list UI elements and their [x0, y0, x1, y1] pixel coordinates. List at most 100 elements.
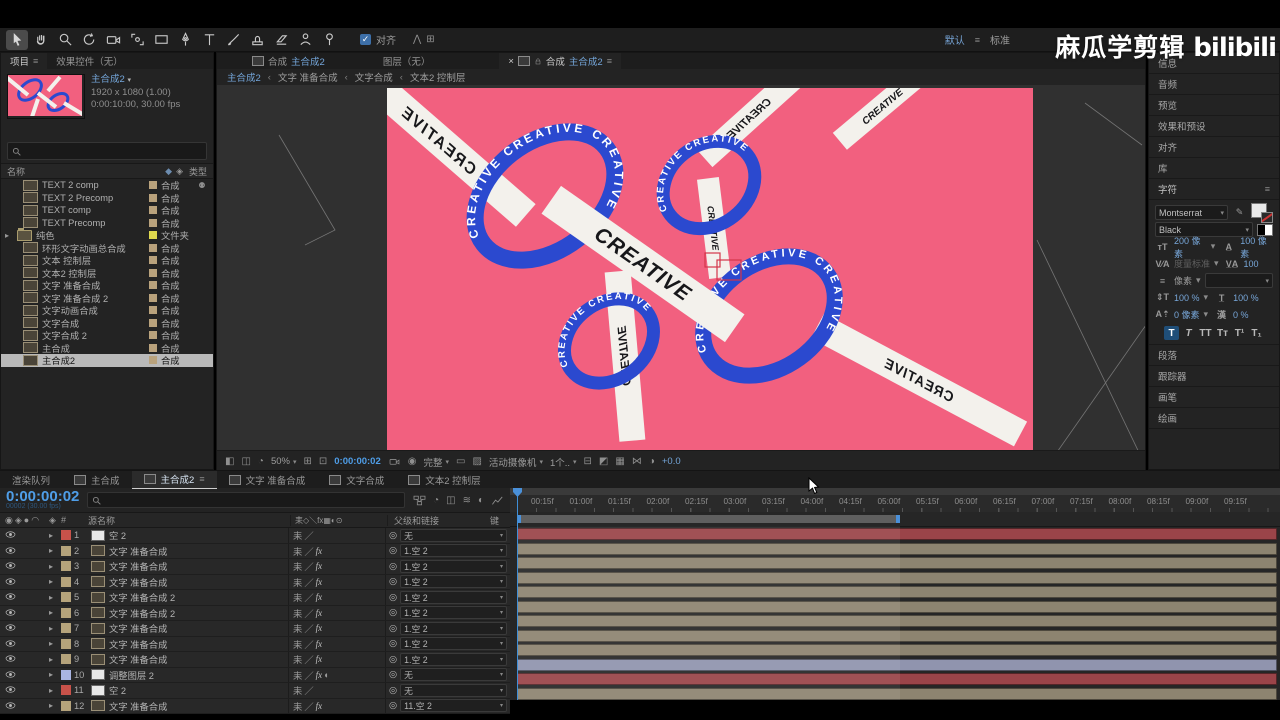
project-item[interactable]: TEXT 2 comp 合成 ⚉ — [1, 179, 213, 192]
fx-switch-icon[interactable]: fx — [316, 701, 323, 711]
layer-duration-bar[interactable] — [517, 615, 1277, 627]
parent-column[interactable]: 父级和链接 — [388, 514, 490, 527]
label-color-chip[interactable] — [61, 561, 71, 572]
tool-pen[interactable] — [174, 30, 196, 50]
playhead-line[interactable] — [517, 488, 518, 700]
parent-dropdown[interactable]: 11.空 2 ▾ — [400, 699, 507, 713]
sort-icon[interactable]: ◆ — [165, 166, 172, 177]
collapse-switch-icon[interactable]: 耒 — [293, 606, 302, 620]
parent-dropdown[interactable]: 无 ▾ — [400, 683, 507, 697]
baseline-shift-value[interactable]: 0 像素 — [1174, 308, 1200, 321]
snap-checkbox[interactable]: ✓ — [360, 34, 371, 45]
font-size-value[interactable]: 200 像素 — [1174, 234, 1207, 260]
expand-arrow-icon[interactable]: ▸ — [49, 670, 61, 679]
layer-duration-bar[interactable] — [517, 542, 1277, 555]
workspace-menu-icon[interactable]: ≡ — [975, 35, 980, 45]
adjustment-switch-icon[interactable]: ◐ — [324, 670, 330, 680]
time-ruler[interactable]: 00:15f 01:00f 01:15f 02:00f 02:15f 03:00f 03:1… — [510, 495, 1280, 513]
pickwhip-icon[interactable]: ◎ — [389, 638, 397, 649]
parent-dropdown[interactable]: 1.空 2 ▾ — [400, 590, 507, 604]
panel-character-header[interactable]: 字符 ≡ — [1149, 179, 1279, 200]
timeline-tab-文本2 控制层[interactable]: 文本2 控制层 — [396, 471, 492, 488]
grid-guides-icon[interactable]: ⊞ — [303, 456, 311, 467]
parent-dropdown[interactable]: 无 ▾ — [400, 668, 507, 682]
label-color-chip[interactable] — [61, 576, 71, 587]
layer-switches[interactable]: 耒／ fx — [288, 543, 386, 558]
roi-icon[interactable]: ▭ — [456, 456, 465, 467]
parent-dropdown[interactable]: 1.空 2 ▾ — [400, 559, 507, 573]
tool-hand[interactable] — [30, 30, 52, 50]
quality-switch-icon[interactable]: ／ — [304, 559, 313, 573]
always-preview-icon[interactable]: ◧ — [225, 456, 234, 467]
pickwhip-icon[interactable]: ◎ — [389, 623, 397, 634]
layer-row[interactable]: ▸ 2 文字 准备合成耒／ fx ◎ 1.空 2 ▾ — [0, 543, 510, 559]
parent-dropdown[interactable]: 1.空 2 ▾ — [400, 637, 507, 651]
layer-duration-bar[interactable] — [517, 600, 1277, 613]
viewer-timecode[interactable]: 0:00:00:02 — [334, 456, 380, 467]
expand-arrow-icon[interactable]: ▸ — [49, 701, 61, 710]
pixel-aspect-icon[interactable]: ⊟ — [584, 456, 592, 467]
layer-duration-bar[interactable] — [517, 644, 1277, 656]
tab-comp-active[interactable]: × 合成 主合成2 ≡ — [499, 53, 621, 69]
shy-layers-icon[interactable]: ◫ — [446, 495, 455, 506]
layer-duration-bar[interactable] — [517, 687, 1277, 700]
parent-dropdown[interactable]: 1.空 2 ▾ — [400, 575, 507, 589]
tool-brush[interactable] — [222, 30, 244, 50]
tool-puppet-pin[interactable] — [318, 30, 340, 50]
horizontal-scale-value[interactable]: 100 % — [1233, 293, 1259, 303]
label-color-chip[interactable] — [61, 607, 71, 618]
dropdown-icon[interactable]: ▾ — [1211, 241, 1216, 252]
fx-switch-icon[interactable]: fx — [316, 561, 323, 571]
frame-blend-icon[interactable]: ≋ — [463, 495, 471, 506]
collapse-switch-icon[interactable]: 耒 — [293, 590, 302, 604]
workspace-mode[interactable]: 标准 — [990, 32, 1010, 47]
panel-tab-画笔[interactable]: 画笔 — [1149, 387, 1279, 408]
layer-switches[interactable]: 耒／ fx — [288, 605, 386, 620]
resolution-dropdown[interactable]: 完整 ▾ — [423, 455, 449, 469]
camera-dropdown[interactable]: 活动摄像机 ▾ — [489, 455, 543, 469]
tool-type[interactable] — [198, 30, 220, 50]
project-item[interactable]: 主合成2 合成 — [1, 354, 213, 367]
parent-dropdown[interactable]: 1.空 2 ▾ — [400, 606, 507, 620]
timeline-tab-渲染队列[interactable]: 渲染队列 — [0, 471, 62, 488]
leading-value[interactable]: 100 像素 — [1240, 234, 1273, 260]
workspace-selector[interactable]: 默认 — [945, 32, 965, 47]
vertical-scale-value[interactable]: 100 % — [1174, 293, 1200, 303]
layer-switches[interactable]: 耒／ — [288, 528, 386, 543]
layer-switches[interactable]: 耒／ fx — [288, 590, 386, 605]
tool-roto-brush[interactable] — [294, 30, 316, 50]
fx-switch-icon[interactable]: fx — [316, 608, 323, 618]
layer-visibility-toggle[interactable] — [0, 670, 49, 680]
layer-switches[interactable]: 耒／ fx — [288, 574, 386, 589]
tool-zoom[interactable] — [54, 30, 76, 50]
expand-arrow-icon[interactable]: ▸ — [49, 639, 61, 648]
column-type[interactable]: 类型 — [189, 165, 207, 178]
view-layout-dropdown[interactable]: 1个.. ▾ — [550, 455, 577, 469]
parent-dropdown[interactable]: 1.空 2 ▾ — [400, 652, 507, 666]
label-color-chip[interactable] — [61, 669, 71, 680]
layer-name[interactable]: 文字 准备合成 2 — [109, 590, 288, 604]
project-item[interactable]: 文字 准备合成 合成 — [1, 279, 213, 292]
project-item[interactable]: ▸ 纯色 文件夹 — [1, 227, 213, 242]
work-area-bar[interactable] — [517, 515, 900, 523]
pickwhip-icon[interactable]: ◎ — [389, 545, 397, 556]
breadcrumb-item[interactable]: 文字 准备合成 — [278, 70, 338, 84]
project-item[interactable]: 文字动画合成 合成 — [1, 304, 213, 317]
breadcrumb-item[interactable]: 主合成2 — [227, 70, 261, 84]
layer-duration-bar[interactable] — [517, 528, 1277, 540]
layer-duration-bar[interactable] — [517, 658, 1277, 671]
layer-duration-bar[interactable] — [517, 571, 1277, 584]
layer-name[interactable]: 文字 准备合成 — [109, 699, 288, 713]
share-view-icon[interactable]: ◔ — [258, 456, 264, 467]
comp-name[interactable]: 主合成2 — [91, 74, 125, 85]
label-color-chip[interactable] — [61, 654, 71, 665]
fast-preview-icon[interactable]: ◩ — [599, 456, 608, 467]
label-color-chip[interactable] — [61, 623, 71, 634]
tool-stamp[interactable] — [246, 30, 268, 50]
panel-tab-效果和预设[interactable]: 效果和预设 — [1149, 116, 1279, 137]
layer-visibility-toggle[interactable] — [0, 546, 49, 556]
collapse-switch-icon[interactable]: 耒 — [293, 683, 302, 697]
project-tab-inactive[interactable]: 效果控件（无） — [47, 53, 132, 69]
tool-rotate[interactable] — [78, 30, 100, 50]
source-name-column[interactable]: 源名称 — [88, 514, 290, 527]
